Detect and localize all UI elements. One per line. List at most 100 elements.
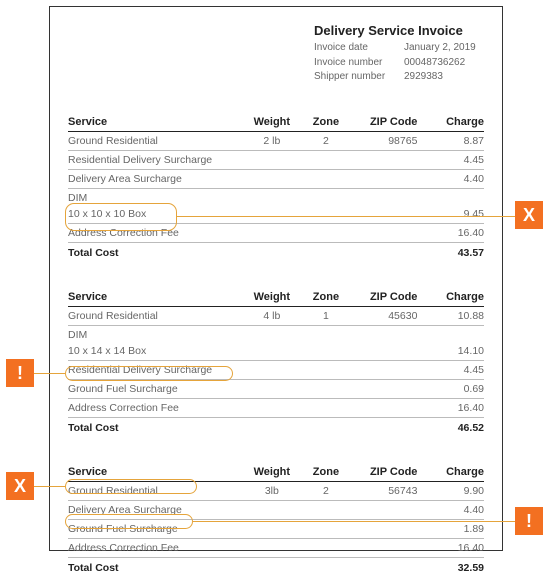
- col-weight: Weight: [243, 463, 301, 482]
- header-label: Invoice date: [314, 41, 404, 56]
- total-row: Total Cost 32.59: [68, 557, 484, 577]
- total-value: 43.57: [417, 242, 484, 262]
- table-row: Delivery Area Surcharge 4.40: [68, 169, 484, 188]
- col-zone: Zone: [301, 463, 351, 482]
- badge-exclamation-icon: !: [6, 359, 34, 387]
- cell-weight: 4 lb: [243, 306, 301, 325]
- cell-service: Address Correction Fee: [68, 398, 243, 417]
- total-value: 46.52: [417, 417, 484, 437]
- table-header-row: Service Weight Zone ZIP Code Charge: [68, 288, 484, 307]
- cell-service: DIM: [68, 325, 243, 344]
- cell-zone: 1: [301, 306, 351, 325]
- col-service: Service: [68, 113, 243, 132]
- invoice-title: Delivery Service Invoice: [314, 23, 484, 38]
- table-header-row: Service Weight Zone ZIP Code Charge: [68, 463, 484, 482]
- col-weight: Weight: [243, 288, 301, 307]
- total-value: 32.59: [417, 557, 484, 577]
- cell-service: Ground Fuel Surcharge: [68, 519, 243, 538]
- table-header-row: Service Weight Zone ZIP Code Charge: [68, 113, 484, 132]
- cell-charge: 4.40: [417, 169, 484, 188]
- cell-zip: 98765: [351, 131, 418, 150]
- cell-service: DIM: [68, 188, 243, 207]
- cell-charge: 9.90: [417, 481, 484, 500]
- total-row: Total Cost 43.57: [68, 242, 484, 262]
- col-charge: Charge: [417, 288, 484, 307]
- header-value: January 2, 2019: [404, 41, 476, 56]
- table-row: Delivery Area Surcharge 4.40: [68, 500, 484, 519]
- cell-service: Ground Residential: [68, 131, 243, 150]
- table-row: 10 x 14 x 14 Box 14.10: [68, 344, 484, 361]
- table-row: 10 x 10 x 10 Box 9.45: [68, 207, 484, 224]
- header-label: Invoice number: [314, 56, 404, 71]
- col-charge: Charge: [417, 463, 484, 482]
- table-row: Ground Fuel Surcharge 1.89: [68, 519, 484, 538]
- cell-zone: 2: [301, 481, 351, 500]
- total-label: Total Cost: [68, 417, 243, 437]
- col-service: Service: [68, 288, 243, 307]
- cell-service-sub: 10 x 14 x 14 Box: [68, 344, 243, 361]
- col-zip: ZIP Code: [351, 288, 418, 307]
- cell-service: Residential Delivery Surcharge: [68, 360, 243, 379]
- cell-charge: 9.45: [417, 207, 484, 224]
- cell-service: Delivery Area Surcharge: [68, 500, 243, 519]
- cell-service: Delivery Area Surcharge: [68, 169, 243, 188]
- table-row: Ground Fuel Surcharge 0.69: [68, 379, 484, 398]
- table-row: Ground Residential 2 lb 2 98765 8.87: [68, 131, 484, 150]
- cell-service: Address Correction Fee: [68, 223, 243, 242]
- header-row: Invoice number 00048736262: [314, 56, 484, 71]
- col-charge: Charge: [417, 113, 484, 132]
- cell-weight: 2 lb: [243, 131, 301, 150]
- header-value: 2929383: [404, 70, 443, 85]
- table-row: Address Correction Fee 16.40: [68, 538, 484, 557]
- cell-charge: 8.87: [417, 131, 484, 150]
- col-weight: Weight: [243, 113, 301, 132]
- table-row: Residential Delivery Surcharge 4.45: [68, 360, 484, 379]
- header-row: Invoice date January 2, 2019: [314, 41, 484, 56]
- badge-x-icon: X: [515, 201, 543, 229]
- cell-charge: 4.45: [417, 360, 484, 379]
- table-row: DIM: [68, 188, 484, 207]
- col-zone: Zone: [301, 288, 351, 307]
- total-row: Total Cost 46.52: [68, 417, 484, 437]
- table-row: Address Correction Fee 16.40: [68, 223, 484, 242]
- cell-charge: 4.45: [417, 150, 484, 169]
- cell-charge: 10.88: [417, 306, 484, 325]
- invoice-table: Service Weight Zone ZIP Code Charge Grou…: [68, 463, 484, 577]
- cell-charge: 16.40: [417, 398, 484, 417]
- cell-service: Ground Residential: [68, 306, 243, 325]
- col-zip: ZIP Code: [351, 463, 418, 482]
- total-label: Total Cost: [68, 557, 243, 577]
- cell-charge: 16.40: [417, 538, 484, 557]
- invoice-document: Delivery Service Invoice Invoice date Ja…: [49, 6, 503, 551]
- table-row: DIM: [68, 325, 484, 344]
- col-zip: ZIP Code: [351, 113, 418, 132]
- table-row: Residential Delivery Surcharge 4.45: [68, 150, 484, 169]
- cell-zone: 2: [301, 131, 351, 150]
- badge-exclamation-icon: !: [515, 507, 543, 535]
- header-row: Shipper number 2929383: [314, 70, 484, 85]
- cell-weight: 3lb: [243, 481, 301, 500]
- cell-charge: 4.40: [417, 500, 484, 519]
- col-zone: Zone: [301, 113, 351, 132]
- cell-zip: 56743: [351, 481, 418, 500]
- table-row: Ground Residential 3lb 2 56743 9.90: [68, 481, 484, 500]
- cell-service: Residential Delivery Surcharge: [68, 150, 243, 169]
- cell-service: Ground Residential: [68, 481, 243, 500]
- cell-service: Ground Fuel Surcharge: [68, 379, 243, 398]
- table-row: Address Correction Fee 16.40: [68, 398, 484, 417]
- badge-x-icon: X: [6, 472, 34, 500]
- total-label: Total Cost: [68, 242, 243, 262]
- cell-charge: 14.10: [417, 344, 484, 361]
- table-row: Ground Residential 4 lb 1 45630 10.88: [68, 306, 484, 325]
- header-label: Shipper number: [314, 70, 404, 85]
- cell-zip: 45630: [351, 306, 418, 325]
- invoice-header: Delivery Service Invoice Invoice date Ja…: [314, 23, 484, 85]
- invoice-table: Service Weight Zone ZIP Code Charge Grou…: [68, 288, 484, 437]
- cell-charge: 16.40: [417, 223, 484, 242]
- cell-service-sub: 10 x 10 x 10 Box: [68, 207, 243, 224]
- cell-service: Address Correction Fee: [68, 538, 243, 557]
- col-service: Service: [68, 463, 243, 482]
- cell-charge: 1.89: [417, 519, 484, 538]
- cell-charge: 0.69: [417, 379, 484, 398]
- header-value: 00048736262: [404, 56, 465, 71]
